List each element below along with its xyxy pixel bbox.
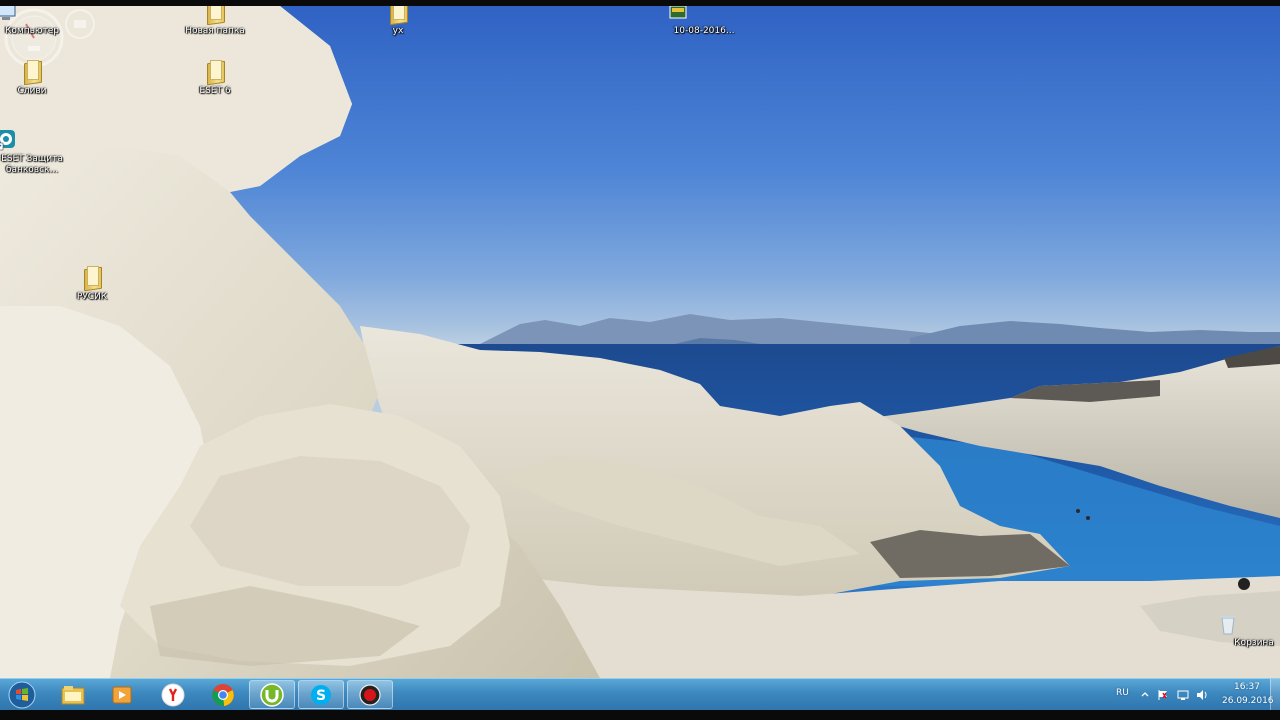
volume-icon[interactable] [1196,689,1208,701]
desktop-icon-recycle-bin[interactable]: Корзина [1217,612,1280,649]
desktop-wallpaper: Компьютер Новая папка ух 10-08-2016... С… [0,6,1280,678]
media-player-icon [112,686,132,703]
image-file-icon [669,6,715,24]
clock-time[interactable]: 16:37 [1234,682,1260,692]
action-center-flag-icon[interactable] [1157,689,1169,701]
taskbar-skype[interactable]: S [298,680,344,709]
folder-icon [387,6,409,24]
folder-icon [204,6,226,24]
desktop-screen: Компьютер Новая папка ух 10-08-2016... С… [0,0,1280,720]
taskbar-explorer[interactable] [50,680,96,709]
svg-text:S: S [316,688,326,704]
folder-icon [81,266,103,290]
desktop-icon-label: ух [392,26,404,36]
taskbar-media-player[interactable] [99,680,145,709]
chrome-icon [212,683,234,706]
taskbar: S RU 16:37 26.09.2016 [0,678,1280,711]
show-desktop-button[interactable] [1270,679,1280,711]
folder-icon [204,60,226,84]
language-indicator[interactable]: RU [1116,688,1129,698]
record-icon [359,683,381,706]
desktop-icon-new-folder[interactable]: Новая папка [178,6,252,37]
recycle-bin-icon [1221,612,1265,636]
skype-icon: S [311,684,331,705]
utorrent-icon [260,682,284,707]
desktop-icon-label: 10-08-2016... [673,26,735,36]
taskbar-yandex-browser[interactable] [150,680,196,709]
desktop-icon-slivi[interactable]: Сливи [0,60,69,97]
desktop-icon-rusik[interactable]: РУСИК [55,266,129,303]
computer-icon [0,6,43,24]
start-button[interactable] [6,680,38,710]
taskbar-chrome[interactable] [200,680,246,709]
desktop-icon-eset6[interactable]: ESET 6 [178,60,252,97]
taskbar-recorder[interactable] [347,680,393,709]
folder-explorer-icon [61,685,85,704]
desktop-icon-uh[interactable]: ух [361,6,435,37]
desktop-icon-label: ESET 6 [199,86,231,96]
bottom-black-strip [0,710,1280,720]
eset-shortcut-icon [0,128,43,152]
desktop-icon-label: Сливи [17,86,47,96]
network-icon[interactable] [1177,689,1189,701]
folder-icon [21,60,43,84]
desktop-icon-label: ESET Защита банковск... [1,154,63,175]
wallpaper-landscape [0,6,1280,678]
desktop-icon-eset-banking[interactable]: ESET Защита банковск... [0,128,69,176]
taskbar-utorrent[interactable] [249,680,295,709]
show-hidden-icons-arrow[interactable] [1139,689,1151,701]
desktop-icon-label: РУСИК [76,292,108,302]
desktop-icon-label: Новая папка [185,26,245,36]
clock-date[interactable]: 26.09.2016 [1222,696,1274,706]
desktop-icon-label: Корзина [1234,638,1274,648]
desktop-icon-image-file[interactable]: 10-08-2016... [667,6,741,37]
windows-start-orb-icon [8,681,36,709]
desktop-icon-label: Компьютер [5,26,59,36]
yandex-browser-icon [161,683,185,706]
desktop-icon-computer[interactable]: Компьютер [0,6,69,37]
